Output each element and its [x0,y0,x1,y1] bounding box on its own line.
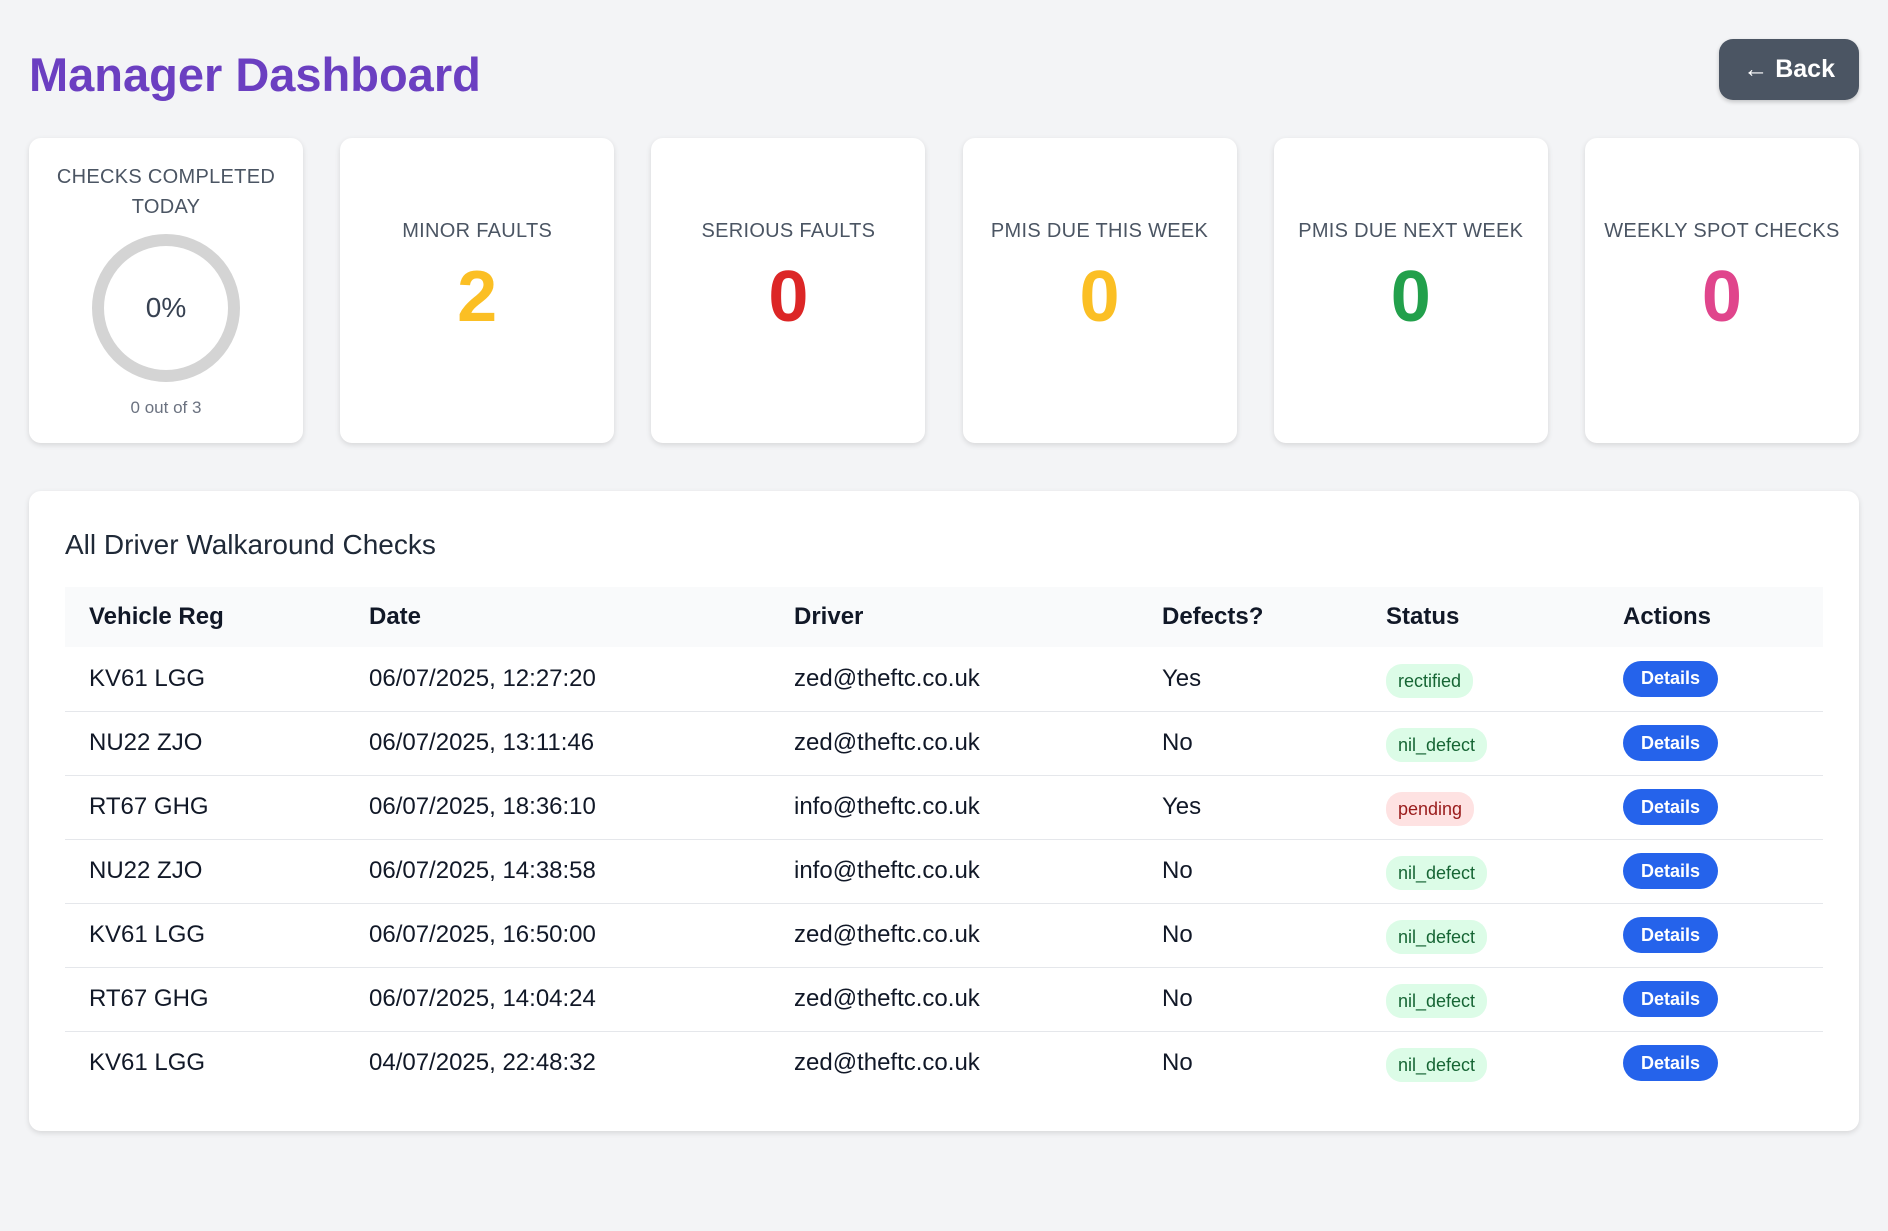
table-row: NU22 ZJO 06/07/2025, 13:11:46 zed@theftc.c… [65,711,1823,776]
pmis-this-week-value: 0 [1079,256,1120,337]
cell-date: 06/07/2025, 18:36:10 [345,775,770,840]
status-badge: nil_defect [1386,728,1488,762]
checks-completed-card: Checks Completed Today 0% 0 out of 3 [29,138,303,443]
cell-status: pending [1362,775,1599,840]
cell-defects: No [1138,903,1362,968]
cell-defects: Yes [1138,775,1362,840]
table-row: KV61 LGG 06/07/2025, 12:27:20 zed@theftc.c… [65,647,1823,712]
details-button[interactable]: Details [1623,789,1719,825]
pmis-this-week-label: PMIs Due This Week [990,219,1209,242]
details-button[interactable]: Details [1623,725,1719,761]
cell-date: 06/07/2025, 14:38:58 [345,839,770,904]
cell-driver: info@theftc.co.uk [770,839,1138,904]
weekly-spot-checks-value: 0 [1701,256,1742,337]
status-badge: pending [1386,792,1475,826]
status-badge: nil_defect [1386,1048,1488,1083]
header: Manager Dashboard ← Back [29,0,1859,148]
cell-status: nil_defect [1362,967,1599,1032]
table-row: RT67 GHG 06/07/2025, 18:36:10 info@theftc.… [65,775,1823,840]
checks-table-body: KV61 LGG 06/07/2025, 12:27:20 zed@theftc.c… [65,647,1823,1095]
cell-defects: No [1162,1049,1193,1077]
serious-faults-value: 0 [768,256,809,337]
cell-status: nil_defect [1362,839,1599,904]
cell-driver: zed@theftc.co.uk [770,967,1138,1032]
table-row: NU22 ZJO 06/07/2025, 14:38:58 info@theftc.… [65,839,1823,904]
cell-status: nil_defect [1362,711,1599,776]
cell-defects: Yes [1138,647,1362,712]
cell-defects: No [1138,711,1362,776]
serious-faults-label: Serious Faults [701,219,876,242]
cell-driver: zed@theftc.co.uk [770,903,1138,968]
walkaround-checks-panel: All Driver Walkaround Checks Vehicle Reg… [29,491,1859,1131]
cell-status: rectified [1362,647,1599,712]
cell-vehicle-reg: NU22 ZJO [65,839,345,904]
cell-actions: Details [1599,647,1823,712]
column-header-driver: Driver [794,603,864,630]
progress-ring: 0% [90,232,242,384]
details-button[interactable]: Details [1623,853,1719,889]
dashboard-page: Manager Dashboard ← Back Checks Complete… [0,0,1888,1231]
cell-status: nil_defect [1362,903,1599,968]
status-badge: nil_defect [1386,984,1488,1018]
column-header-vehicle-reg: Vehicle Reg [89,603,224,630]
cell-defects: No [1138,839,1362,904]
panel-title: All Driver Walkaround Checks [65,529,436,560]
details-button[interactable]: Details [1623,981,1719,1017]
cell-defects: No [1138,967,1362,1032]
column-header-actions: Actions [1623,603,1712,630]
column-header-date: Date [369,603,422,630]
cell-actions: Details [1599,839,1823,904]
pmis-next-week-card[interactable]: PMIs Due Next Week 0 [1273,138,1548,443]
details-button[interactable]: Details [1623,917,1719,953]
cell-vehicle-reg: KV61 LGG [89,1049,206,1077]
checks-table: Vehicle Reg Date Driver Defects? Status … [65,587,1823,1095]
cell-vehicle-reg: RT67 GHG [65,967,345,1032]
checks-completed-label: Checks Completed Today [56,166,276,218]
cell-vehicle-reg: NU22 ZJO [65,711,345,776]
cell-date: 04/07/2025, 22:48:32 [369,1049,596,1077]
table-header-row: Vehicle Reg Date Driver Defects? Status … [65,587,1823,647]
cell-date: 06/07/2025, 12:27:20 [345,647,770,712]
column-header-defects: Defects? [1162,603,1264,630]
cell-date: 06/07/2025, 13:11:46 [345,711,770,776]
cell-date: 06/07/2025, 14:04:24 [345,967,770,1032]
details-button[interactable]: Details [1623,660,1719,697]
cell-vehicle-reg: KV61 LGG [65,903,345,968]
table-row: RT67 GHG 06/07/2025, 14:04:24 zed@theftc.c… [65,967,1823,1032]
progress-count: 0 out of 3 [130,398,202,417]
status-badge: rectified [1386,663,1474,698]
back-button[interactable]: ← Back [1719,38,1859,100]
pmis-next-week-label: PMIs Due Next Week [1298,219,1524,242]
pmis-next-week-value: 0 [1390,256,1431,337]
page-title: Manager Dashboard [29,47,481,101]
column-header-status: Status [1386,603,1460,630]
cell-driver: info@theftc.co.uk [770,775,1138,840]
pmis-this-week-card[interactable]: PMIs Due This Week 0 [962,138,1237,443]
details-button[interactable]: Details [1623,1045,1719,1082]
cell-driver: zed@theftc.co.uk [770,711,1138,776]
minor-faults-label: Minor Faults [402,219,553,242]
minor-faults-card[interactable]: Minor Faults 2 [340,138,615,443]
cell-vehicle-reg: RT67 GHG [65,775,345,840]
weekly-spot-checks-card[interactable]: Weekly Spot Checks 0 [1584,138,1859,443]
cell-actions: Details [1599,903,1823,968]
weekly-spot-checks-label: Weekly Spot Checks [1604,219,1840,242]
serious-faults-card[interactable]: Serious Faults 0 [651,138,926,443]
stats-cards: Checks Completed Today 0% 0 out of 3 Min… [29,138,1859,443]
table-row: KV61 LGG 04/07/2025, 22:48:32 zed@theftc.c… [65,1031,1823,1095]
cell-status: nil_defect [1362,1031,1599,1095]
cell-driver: zed@theftc.co.uk [794,1049,980,1077]
table-row: KV61 LGG 06/07/2025, 16:50:00 zed@theftc.c… [65,903,1823,968]
minor-faults-value: 2 [457,256,498,337]
status-badge: nil_defect [1386,856,1488,890]
cell-vehicle-reg: KV61 LGG [65,647,345,712]
cell-actions: Details [1599,711,1823,776]
cell-actions: Details [1599,775,1823,840]
progress-percent: 0% [145,292,187,323]
cell-date: 06/07/2025, 16:50:00 [345,903,770,968]
cell-actions: Details [1599,1031,1823,1095]
cell-driver: zed@theftc.co.uk [770,647,1138,712]
status-badge: nil_defect [1386,920,1488,954]
cell-actions: Details [1599,967,1823,1032]
